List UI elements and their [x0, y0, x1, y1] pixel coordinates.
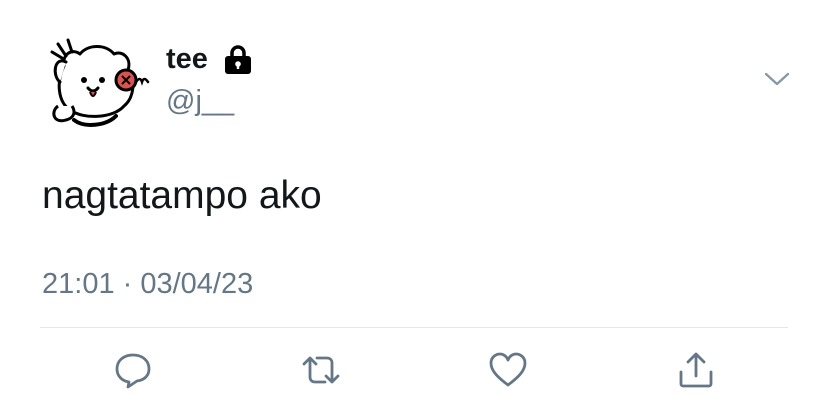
chevron-down-icon[interactable]	[764, 70, 790, 88]
share-button[interactable]	[674, 348, 718, 392]
reply-button[interactable]	[111, 348, 155, 392]
tweet-card: tee @j__ nagtatampo ako 21:01 · 03/04/23	[0, 0, 828, 417]
share-icon	[679, 352, 713, 388]
retweet-icon	[302, 356, 340, 384]
lock-icon	[222, 45, 254, 75]
reply-icon	[115, 353, 151, 389]
heart-icon	[489, 352, 527, 387]
divider	[40, 327, 788, 328]
retweet-button[interactable]	[299, 348, 343, 392]
user-handle[interactable]: @j__	[166, 84, 234, 118]
tweet-text: nagtatampo ako	[42, 174, 322, 217]
tweet-timestamp[interactable]: 21:01 · 03/04/23	[42, 266, 253, 302]
like-button[interactable]	[486, 348, 530, 392]
display-name[interactable]: tee	[166, 42, 208, 76]
avatar[interactable]	[44, 36, 152, 128]
